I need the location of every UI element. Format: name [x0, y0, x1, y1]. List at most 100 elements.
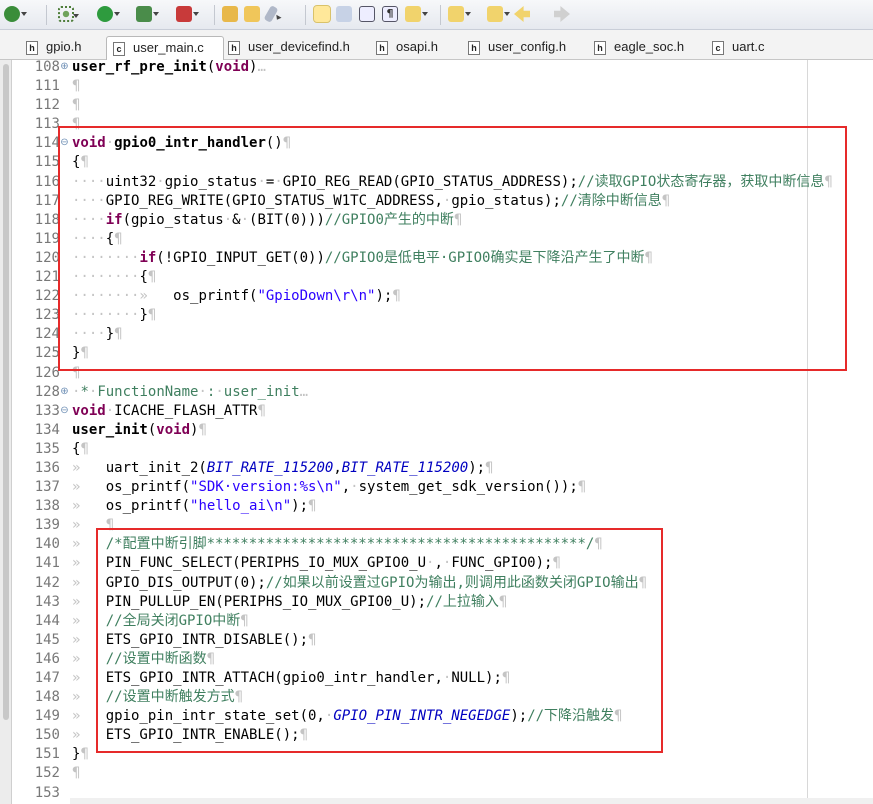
code-token: void: [72, 402, 106, 419]
editor-tab-bar: h gpio.h c user_main.c h user_devicefind.h …: [0, 30, 873, 60]
line-number: 135: [34, 440, 60, 457]
code-token: ¶: [577, 479, 587, 496]
tab-eagle-soc-h[interactable]: h eagle_soc.h: [588, 36, 690, 60]
line-number: 140: [34, 536, 60, 553]
forward-icon[interactable]: [554, 6, 570, 22]
line-number: 123: [34, 307, 60, 324]
line-number: 133: [34, 402, 60, 419]
highlight-box-gpio-config: [96, 528, 663, 753]
highlight-icon[interactable]: [313, 5, 331, 23]
vertical-scrollbar[interactable]: [3, 64, 9, 720]
code-line: 134 user_init(void)¶: [12, 421, 873, 440]
expand-fold-icon[interactable]: ⊕: [60, 62, 69, 72]
code-line: 112 ¶: [12, 96, 873, 115]
line-number: 151: [34, 746, 60, 763]
code-line: 137 » os_printf("SDK·version:%s\n",·syste…: [12, 478, 873, 497]
line-number: 126: [34, 364, 60, 381]
code-line: 133 ⊖ void·ICACHE_FLASH_ATTR¶: [12, 402, 873, 421]
code-token: »: [72, 498, 106, 515]
line-number: 146: [34, 650, 60, 667]
code-token: ¶: [308, 498, 317, 515]
code-text: }¶: [72, 745, 89, 764]
code-token: ·: [198, 383, 207, 400]
mark-occurrences-icon[interactable]: [336, 6, 352, 22]
code-line: 135 {¶: [12, 440, 873, 459]
tab-label: gpio.h: [46, 39, 82, 54]
code-text: user_init(void)¶: [72, 421, 207, 440]
code-token: );: [468, 459, 486, 476]
code-token: BIT_RATE_115200: [206, 459, 334, 476]
code-token: os_printf(: [105, 498, 191, 515]
code-text: ¶: [72, 77, 80, 96]
toolbar-separator: [46, 5, 47, 25]
toolbar-separator: [214, 5, 215, 25]
code-token: ¶: [198, 421, 207, 438]
code-line: 152 ¶: [12, 764, 873, 783]
code-token: ¶: [72, 78, 81, 95]
run-icon[interactable]: [97, 6, 120, 22]
code-token: void: [215, 59, 250, 75]
tab-label: eagle_soc.h: [614, 39, 685, 54]
line-number: 141: [34, 555, 60, 572]
tab-label: user_config.h: [488, 39, 567, 54]
tab-osapi-h[interactable]: h osapi.h: [370, 36, 444, 60]
open-file-icon[interactable]: [244, 6, 260, 22]
tab-uart-c[interactable]: c uart.c: [706, 36, 771, 60]
line-number: 150: [34, 727, 60, 744]
line-number: 136: [34, 459, 60, 476]
main-toolbar: ¶: [0, 0, 873, 30]
tab-user-config-h[interactable]: h user_config.h: [462, 36, 572, 60]
line-number: 149: [34, 708, 60, 725]
show-whitespace-icon[interactable]: ¶: [382, 6, 398, 22]
toolbar-separator: [440, 5, 441, 25]
code-token: os_printf(: [105, 479, 191, 496]
code-token: BIT_RATE_115200: [341, 459, 469, 476]
expand-fold-icon[interactable]: ⊕: [60, 386, 69, 397]
header-file-icon: h: [594, 41, 606, 55]
code-token: …: [299, 383, 309, 400]
code-line: 136» uart_init_2(BIT_RATE_115200,BIT_RAT…: [12, 459, 873, 478]
code-token: uart_init_2(: [105, 459, 207, 476]
line-number: 121: [34, 269, 60, 286]
horizontal-scrollbar[interactable]: [70, 798, 873, 804]
last-edit-icon[interactable]: [487, 6, 510, 22]
tab-label: uart.c: [732, 39, 765, 54]
collapse-fold-icon[interactable]: ⊖: [60, 405, 69, 416]
stop-icon[interactable]: [176, 6, 199, 22]
back-icon[interactable]: [514, 6, 530, 22]
next-annotation-icon[interactable]: [405, 6, 428, 22]
code-token: ,: [341, 479, 351, 496]
code-text: » os_printf("hello_ai\n");¶: [72, 497, 316, 516]
code-token: ¶: [72, 765, 81, 782]
line-number: 134: [34, 421, 60, 438]
block-select-icon[interactable]: [359, 6, 375, 22]
line-number: 119: [34, 230, 60, 247]
toolbar-separator: [305, 5, 306, 25]
code-line: 128 ⊕ ·*·FunctionName·:·user_init…: [12, 383, 873, 402]
line-number: 108: [34, 59, 60, 75]
prev-annotation-icon[interactable]: [448, 6, 471, 22]
code-token: ¶: [257, 402, 266, 419]
tab-label: osapi.h: [396, 39, 438, 54]
code-text: » os_printf("SDK·version:%s\n",·system_g…: [72, 478, 586, 497]
line-number: 144: [34, 612, 60, 629]
line-number: 148: [34, 689, 60, 706]
header-file-icon: h: [376, 41, 388, 55]
tab-user-main-c[interactable]: c user_main.c: [106, 36, 224, 60]
build-icon[interactable]: [263, 5, 279, 23]
code-token: ICACHE_FLASH_ATTR: [114, 402, 258, 419]
header-file-icon: h: [468, 41, 480, 55]
code-token: ¶: [485, 459, 494, 476]
code-line: 108 ⊕ user_rf_pre_init(void)…: [12, 58, 873, 77]
settings-gear-icon[interactable]: [58, 6, 79, 22]
line-number: 118: [34, 211, 60, 228]
line-number: 143: [34, 593, 60, 610]
run-config-icon[interactable]: [136, 6, 159, 22]
debug-icon[interactable]: [4, 6, 27, 22]
code-text: ¶: [72, 96, 80, 115]
tab-user-devicefind-h[interactable]: h user_devicefind.h: [222, 36, 356, 60]
header-file-icon: h: [26, 41, 38, 55]
tab-gpio-h[interactable]: h gpio.h: [20, 36, 87, 60]
code-token: …: [257, 59, 266, 75]
open-folder-icon[interactable]: [222, 6, 238, 22]
